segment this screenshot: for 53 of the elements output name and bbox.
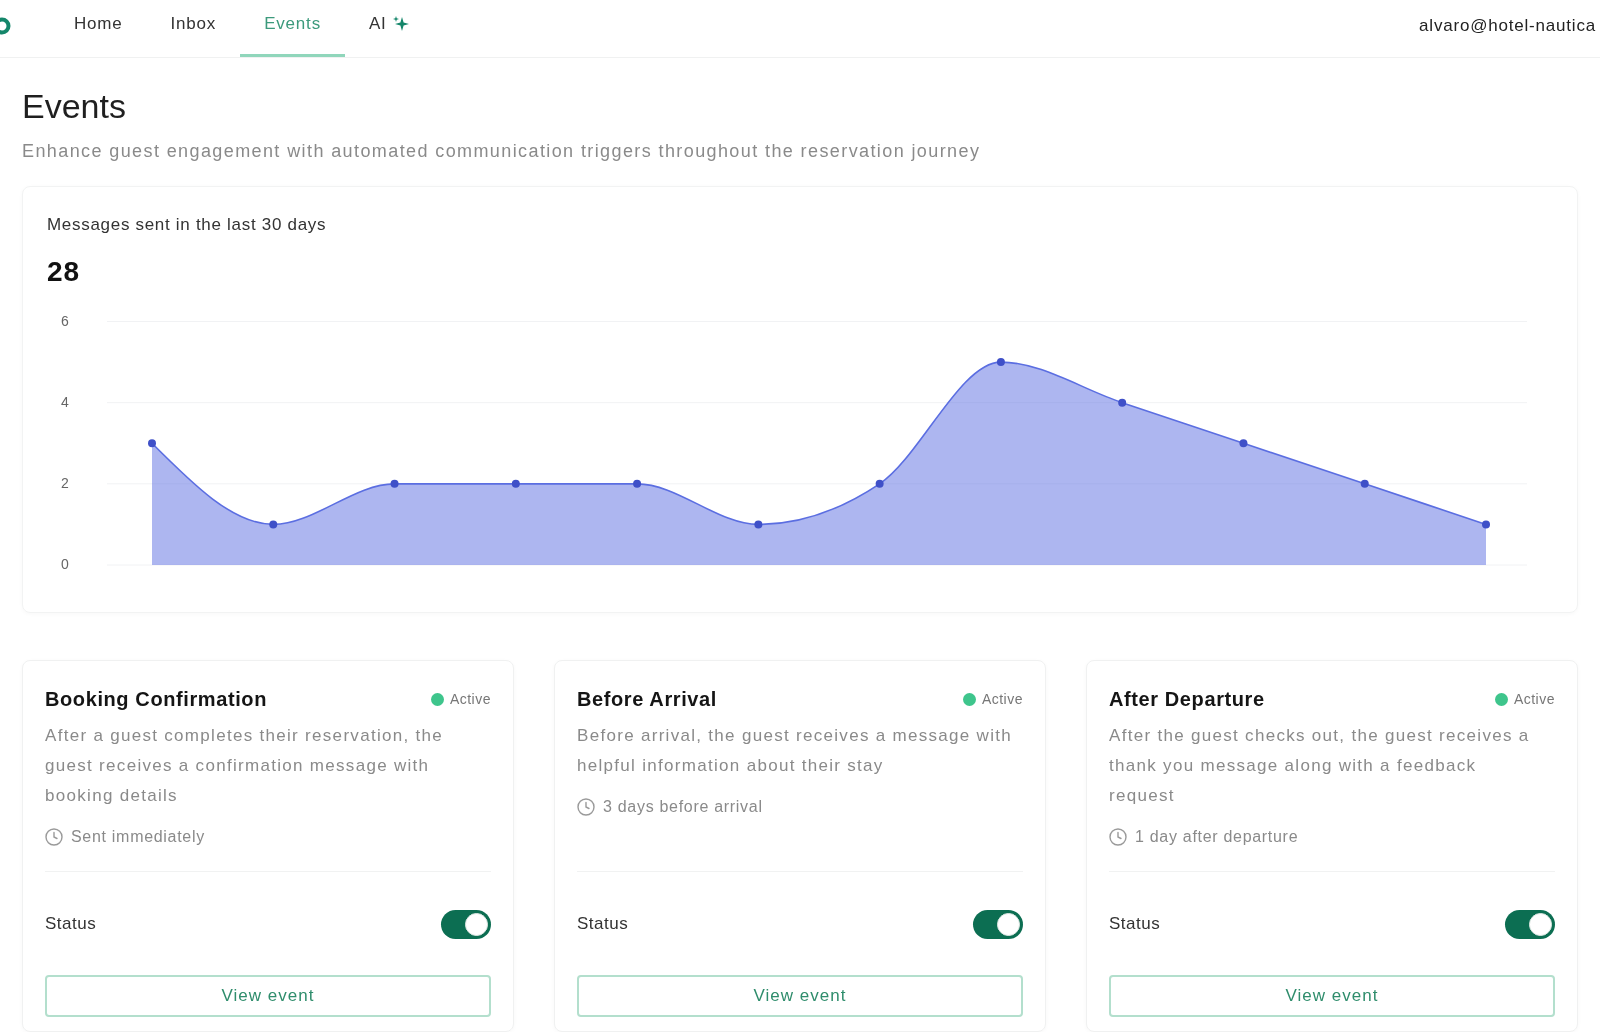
- data-point-marker: [754, 520, 763, 529]
- page-subtitle: Enhance guest engagement with automated communication triggers throughout the reservation journey: [22, 140, 982, 162]
- event-description: Before arrival, the guest receives a message with helpful information about their stay: [577, 725, 1014, 777]
- view-event-button[interactable]: View event: [1109, 975, 1555, 1017]
- event-description: After the guest checks out, the guest receives a thank you message along with a feedback request: [1109, 725, 1531, 807]
- status-text: Active: [1513, 691, 1555, 707]
- status-toggle[interactable]: [441, 909, 491, 939]
- data-point-marker: [148, 439, 156, 448]
- chart-title: Messages sent in the last 30 days: [47, 215, 328, 235]
- status-dot-icon: [962, 692, 976, 706]
- data-point-marker: [875, 479, 884, 488]
- nav-tab[interactable]: Inbox: [146, 0, 241, 57]
- logo-icon: [0, 15, 12, 36]
- y-axis-label: 4: [61, 393, 69, 410]
- status-text: Active: [449, 691, 491, 707]
- clock-icon: [577, 798, 595, 816]
- data-point-marker: [511, 479, 520, 488]
- page-title: Events: [22, 87, 127, 125]
- data-point-marker: [1360, 479, 1369, 488]
- total-count: 28: [47, 256, 82, 288]
- event-title: Before Arrival: [577, 687, 717, 711]
- clock-icon: [45, 828, 63, 846]
- nav-tab[interactable]: Home: [50, 0, 147, 57]
- event-title: Booking Confirmation: [45, 687, 267, 711]
- view-event-button[interactable]: View event: [577, 975, 1023, 1017]
- status-label: Status: [45, 914, 97, 934]
- account-email[interactable]: alvaro@hotel-nautica: [1419, 15, 1600, 36]
- data-point-marker: [633, 479, 642, 488]
- timing-text: 3 days before arrival: [603, 798, 763, 816]
- sparkle-icon: [392, 16, 409, 32]
- status-text: Active: [981, 691, 1023, 707]
- data-point-marker: [390, 479, 399, 488]
- y-axis-label: 2: [61, 474, 69, 491]
- status-label: Status: [577, 914, 629, 934]
- timing-text: Sent immediately: [71, 828, 205, 846]
- data-point-marker: [269, 520, 278, 529]
- data-point-marker: [1239, 439, 1248, 448]
- status-toggle[interactable]: [973, 909, 1023, 939]
- y-axis-label: 0: [61, 556, 69, 572]
- clock-icon: [1109, 828, 1127, 846]
- nav-tab[interactable]: AI: [344, 0, 433, 57]
- status-dot-icon: [1494, 692, 1508, 706]
- status-dot-icon: [430, 692, 444, 706]
- status-toggle[interactable]: [1505, 909, 1555, 939]
- event-description: After a guest completes their reservation, the guest receives a confirmation message with booking details: [45, 725, 445, 807]
- data-point-marker: [1482, 520, 1490, 529]
- timing-text: 1 day after departure: [1135, 828, 1299, 846]
- y-axis-label: 6: [61, 312, 69, 329]
- status-label: Status: [1109, 914, 1161, 934]
- data-point-marker: [996, 358, 1005, 367]
- data-point-marker: [1118, 398, 1127, 407]
- view-event-button[interactable]: View event: [45, 975, 491, 1017]
- event-title: After Departure: [1109, 687, 1265, 711]
